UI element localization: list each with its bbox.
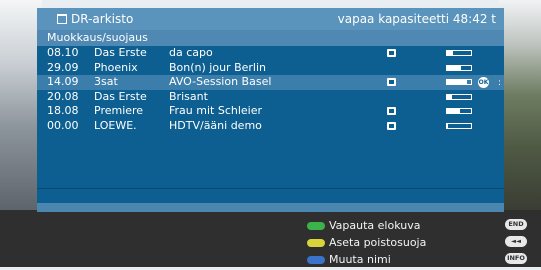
recording-row[interactable]: 20.08 Das Erste Brisant (37, 90, 504, 105)
legend-item[interactable]: Aseta poistosuoja (307, 234, 426, 251)
background-bottom (0, 210, 541, 267)
recording-title: Frau mit Schleier (169, 104, 263, 117)
recording-time: 20.08 (47, 89, 79, 103)
color-key-icon (307, 256, 325, 264)
dr-archive-panel: DR-arkisto vapaa kapasiteetti 48:42 t Mu… (37, 8, 504, 212)
recording-time: 08.10 (47, 46, 79, 59)
page-title: DR-arkisto (71, 12, 134, 26)
recording-title: HDTV/ääni demo (169, 118, 262, 132)
legend-label: Muuta nimi (329, 253, 391, 266)
progress-fill (447, 94, 452, 99)
remote-key-badge: ◄◄ (505, 236, 527, 247)
recording-title: da capo (169, 46, 213, 59)
info-bar (37, 203, 504, 212)
legend-item[interactable]: Vapauta elokuva (307, 217, 426, 234)
recording-list: 08.10 Das Erste da capo 29.09 Phoenix Bon(n) … (37, 46, 504, 133)
recording-time: 18.08 (47, 104, 79, 117)
recording-row[interactable]: 29.09 Phoenix Bon(n) jour Berlin (37, 61, 504, 76)
archive-tab-icon (57, 14, 67, 24)
legend-label: Vapauta elokuva (329, 219, 421, 232)
recording-channel: Das Erste (94, 46, 147, 59)
subheader: Muokkaus/suojaus (37, 30, 504, 46)
recording-row[interactable]: 18.08 Premiere Frau mit Schleier (37, 104, 504, 119)
recording-time: 29.09 (47, 60, 79, 74)
background-right (499, 0, 541, 210)
capacity-label: vapaa kapasiteetti 48:42 t (337, 12, 496, 26)
recording-title: Brisant (169, 89, 208, 103)
color-key-icon (307, 222, 325, 230)
folder-icon (387, 121, 396, 130)
recording-row[interactable]: 14.09 3sat AVO-Session Basel OK: (37, 75, 504, 90)
recording-progress-bar (446, 50, 472, 56)
recording-channel: 3sat (94, 75, 118, 88)
title-group: DR-arkisto (57, 8, 133, 30)
recording-channel: Premiere (94, 104, 144, 117)
background-left (0, 0, 42, 210)
ok-badge[interactable]: OK (478, 77, 489, 88)
recording-progress-bar (446, 93, 472, 100)
recording-progress-bar (446, 79, 472, 85)
divider (37, 188, 504, 189)
recording-channel: Phoenix (94, 60, 138, 74)
recording-row[interactable]: 08.10 Das Erste da capo (37, 46, 504, 61)
progress-fill (447, 109, 461, 113)
title-bar: DR-arkisto vapaa kapasiteetti 48:42 t (37, 8, 504, 30)
recording-time: 00.00 (47, 118, 79, 132)
lock-icon (387, 78, 396, 86)
remote-key-badge: INFO (505, 253, 527, 264)
recording-row[interactable]: 00.00 LOEWE. HDTV/ääni demo (37, 119, 504, 134)
progress-fill (447, 123, 449, 128)
progress-fill (447, 80, 468, 84)
color-key-icon (307, 239, 325, 247)
recording-progress-bar (446, 122, 472, 129)
progress-fill (447, 65, 462, 70)
recording-time: 14.09 (47, 75, 79, 88)
more-icon: : (498, 78, 502, 88)
recording-title: Bon(n) jour Berlin (169, 60, 266, 74)
play-icon (387, 49, 396, 57)
recording-channel: Das Erste (94, 89, 147, 103)
legend-label: Aseta poistosuoja (329, 236, 427, 249)
recording-channel: LOEWE. (94, 118, 137, 132)
recording-progress-bar (446, 108, 472, 114)
remote-keys: END ◄◄ INFO (505, 219, 527, 270)
hotkey-legend: Vapauta elokuva Aseta poistosuoja Muuta ni… (307, 217, 426, 268)
recording-title: AVO-Session Basel (169, 75, 272, 88)
key-icon (387, 107, 396, 115)
legend-item[interactable]: Muuta nimi (307, 251, 426, 268)
recording-progress-bar (446, 64, 472, 71)
remote-key-badge: END (505, 219, 527, 230)
progress-fill (447, 51, 453, 55)
